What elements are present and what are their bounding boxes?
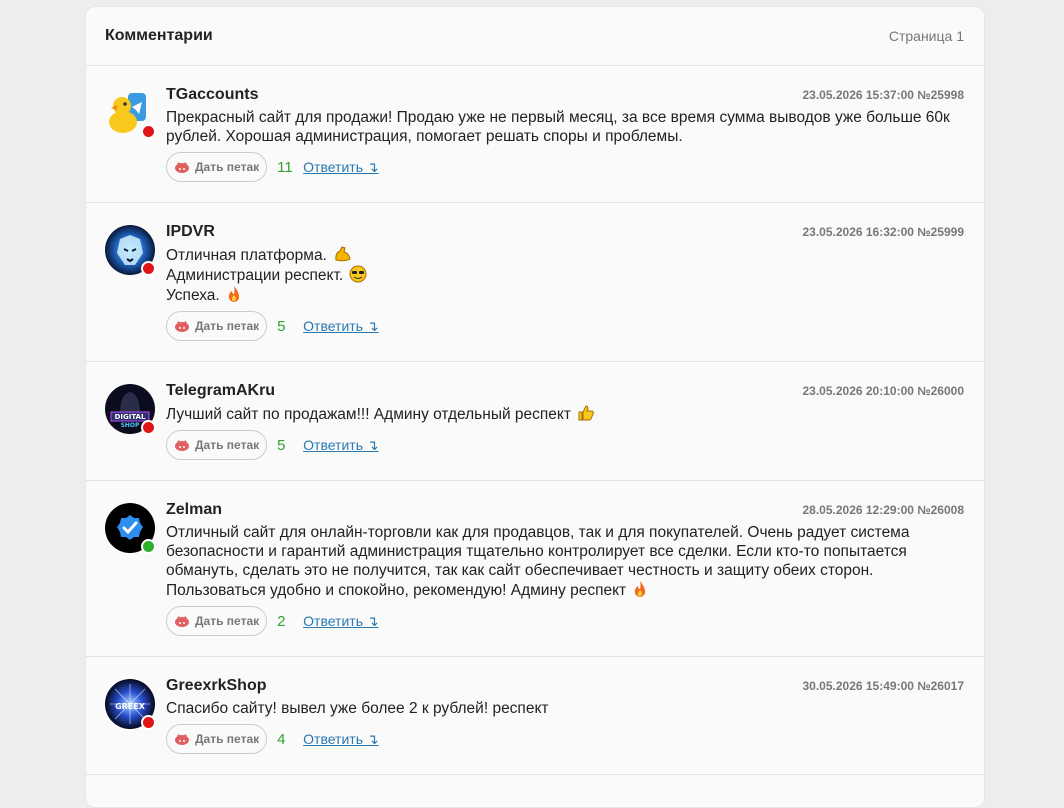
give-petak-label: Дать петак: [195, 319, 260, 333]
comment-meta: 23.05.2026 16:32:00 №25999: [802, 225, 964, 239]
status-dot: [141, 715, 156, 730]
reply-link[interactable]: Ответить ↴: [303, 159, 378, 176]
fire-icon: [635, 581, 646, 597]
comment-item: DIGITAL SHOP TelegramAKru 23.05.2026 20:…: [86, 362, 984, 481]
comment-item: Zelman 28.05.2026 12:29:00 №26008 Отличн…: [86, 481, 984, 657]
avatar[interactable]: DIGITAL SHOP: [105, 384, 156, 435]
comment-line: Отличная платформа.: [166, 247, 327, 264]
comment-text: Прекрасный сайт для продажи! Продаю уже …: [166, 108, 964, 146]
give-petak-button[interactable]: Дать петак: [166, 606, 268, 636]
comment-item: IPDVR 23.05.2026 16:32:00 №25999 Отлична…: [86, 203, 984, 362]
comment-line: Администрации респект.: [166, 267, 344, 284]
panel-title: Комментарии: [105, 27, 213, 44]
svg-text:GREEX: GREEX: [115, 702, 146, 711]
comment-actions: Дать петак 5 Ответить ↴: [166, 430, 964, 480]
comment-actions: Дать петак 2 Ответить ↴: [166, 606, 964, 656]
comment-item: GREEX GreexrkShop 30.05.2026 15:49:00 №2…: [86, 657, 984, 775]
thumbs-up-icon: [578, 405, 595, 421]
give-petak-label: Дать петак: [195, 732, 260, 746]
pig-icon: [175, 616, 189, 627]
like-count: 2: [277, 612, 286, 630]
give-petak-button[interactable]: Дать петак: [166, 152, 268, 182]
comment-text: Отличный сайт для онлайн-торговли как дл…: [166, 523, 964, 600]
avatar[interactable]: GREEX: [105, 679, 156, 730]
comment-username[interactable]: Zelman: [166, 501, 222, 519]
comment-line: Спасибо сайту! вывел уже более 2 к рубле…: [166, 700, 549, 717]
sunglasses-face-icon: [349, 265, 367, 283]
reply-link[interactable]: Ответить ↴: [303, 731, 378, 748]
comment-line: Прекрасный сайт для продажи! Продаю уже …: [166, 109, 950, 145]
pig-icon: [175, 440, 189, 451]
comment-actions: Дать петак 4 Ответить ↴: [166, 724, 964, 774]
give-petak-label: Дать петак: [195, 614, 260, 628]
give-petak-label: Дать петак: [195, 160, 260, 174]
comment-text: Отличная платформа. Администрации респек…: [166, 245, 964, 305]
comment-username[interactable]: GreexrkShop: [166, 677, 266, 695]
comment-meta: 23.05.2026 15:37:00 №25998: [802, 88, 964, 102]
fire-icon: [228, 286, 240, 302]
comments-panel: Комментарии Страница 1 TGaccounts 23.05.…: [85, 6, 985, 808]
reply-link[interactable]: Ответить ↴: [303, 437, 378, 454]
avatar[interactable]: [105, 88, 156, 139]
avatar[interactable]: [105, 503, 156, 554]
give-petak-label: Дать петак: [195, 438, 260, 452]
give-petak-button[interactable]: Дать петак: [166, 724, 268, 754]
pig-icon: [175, 321, 189, 332]
comment-meta: 28.05.2026 12:29:00 №26008: [802, 503, 964, 517]
comment-meta: 23.05.2026 20:10:00 №26000: [802, 384, 964, 398]
like-count: 4: [277, 730, 286, 748]
comment-username[interactable]: TGaccounts: [166, 86, 258, 104]
svg-text:SHOP: SHOP: [121, 422, 140, 429]
comment-username[interactable]: TelegramAKru: [166, 382, 275, 400]
like-count: 5: [277, 436, 286, 454]
flexed-biceps-icon: [335, 246, 351, 262]
svg-text:DIGITAL: DIGITAL: [115, 413, 146, 421]
reply-link[interactable]: Ответить ↴: [303, 613, 378, 630]
comment-line: Успеха.: [166, 287, 220, 304]
like-count: 11: [277, 158, 293, 176]
reply-link[interactable]: Ответить ↴: [303, 318, 378, 335]
comment-username[interactable]: IPDVR: [166, 223, 215, 241]
comment-actions: Дать петак 11 Ответить ↴: [166, 152, 964, 202]
comment-line: Отличный сайт для онлайн-торговли как дл…: [166, 524, 910, 599]
avatar[interactable]: [105, 225, 156, 276]
comment-text: Спасибо сайту! вывел уже более 2 к рубле…: [166, 699, 964, 718]
pig-icon: [175, 734, 189, 745]
status-dot: [141, 124, 156, 139]
status-dot: [141, 539, 156, 554]
comment-item: TGaccounts 23.05.2026 15:37:00 №25998 Пр…: [86, 66, 984, 203]
comment-actions: Дать петак 5 Ответить ↴: [166, 311, 964, 361]
pig-icon: [175, 162, 189, 173]
give-petak-button[interactable]: Дать петак: [166, 430, 268, 460]
comment-line: Лучший сайт по продажам!!! Админу отдель…: [166, 406, 571, 423]
comment-text: Лучший сайт по продажам!!! Админу отдель…: [166, 404, 964, 424]
like-count: 5: [277, 317, 286, 335]
panel-header: Комментарии Страница 1: [86, 7, 984, 66]
give-petak-button[interactable]: Дать петак: [166, 311, 268, 341]
comment-meta: 30.05.2026 15:49:00 №26017: [802, 679, 964, 693]
status-dot: [141, 261, 156, 276]
page-indicator: Страница 1: [888, 28, 964, 44]
status-dot: [141, 420, 156, 435]
